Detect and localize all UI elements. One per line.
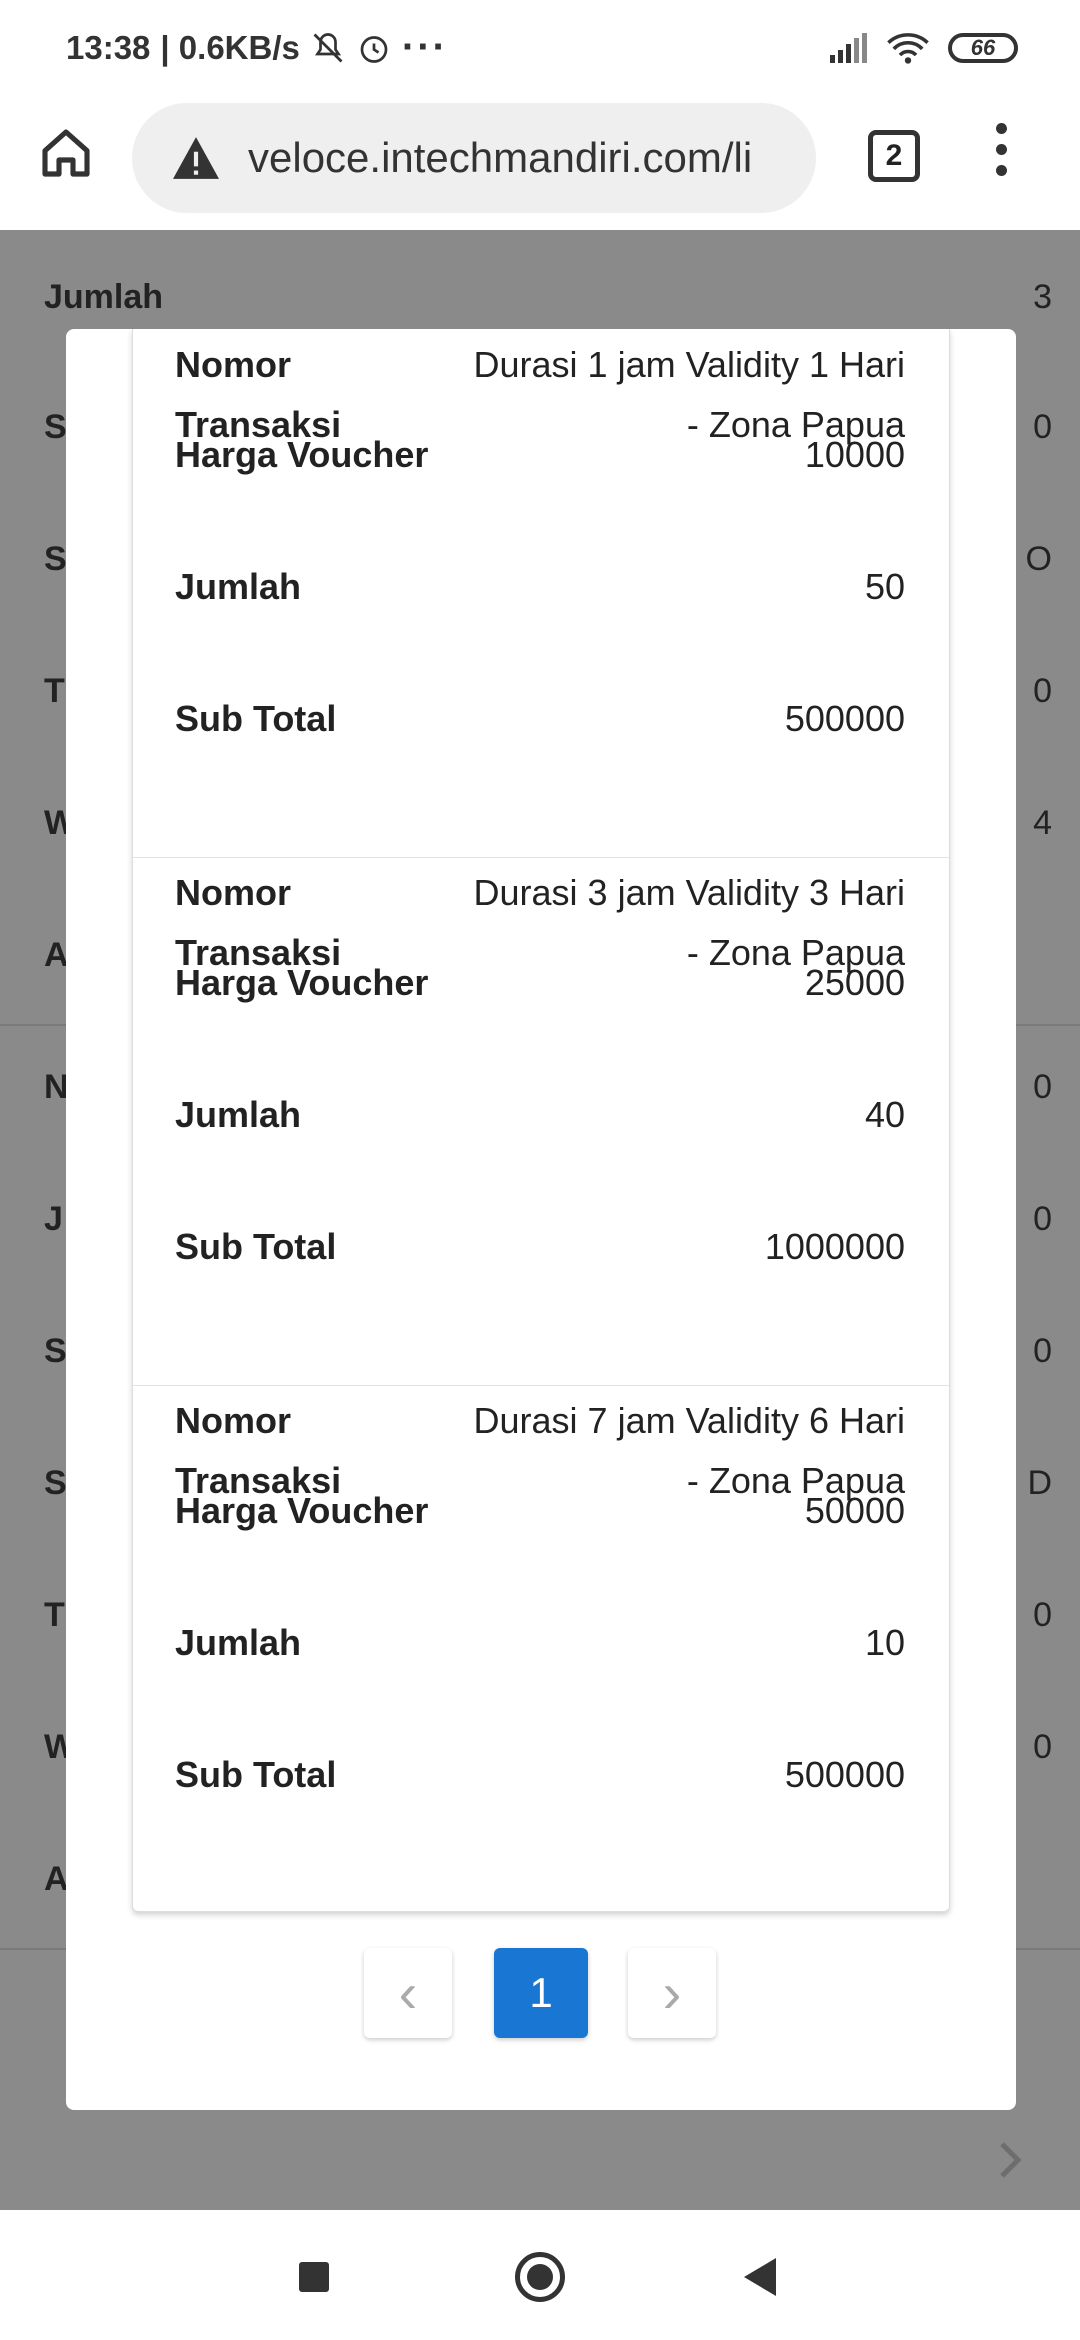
quantity-label: Jumlah [175, 1094, 302, 1135]
pagination: ‹ 1 › [66, 1948, 1016, 2038]
tab-switcher-button[interactable]: 2 [868, 130, 920, 182]
bell-off-icon [313, 32, 343, 62]
recents-icon[interactable] [299, 2262, 329, 2292]
background-value: 0 [1033, 672, 1052, 710]
page-number: 1 [529, 1969, 553, 2016]
subtotal-label: Sub Total [175, 698, 337, 739]
voucher-price-label: Harga Voucher [175, 434, 429, 475]
back-icon[interactable] [744, 2258, 776, 2296]
wifi-icon [887, 32, 929, 64]
background-label: A [44, 936, 69, 974]
detail-modal: Nomor Transaksi Durasi 1 jam Validity 1 H… [66, 329, 1016, 2110]
more-dots-icon: ··· [401, 25, 448, 69]
home-nav-icon[interactable] [515, 2252, 565, 2302]
tab-count: 2 [885, 139, 903, 172]
subtotal-value: 500000 [784, 698, 905, 739]
background-label: T [44, 1596, 65, 1634]
transaction-entry: Nomor Transaksi Durasi 7 jam Validity 6 H… [133, 1385, 949, 1912]
background-label: A [44, 1860, 69, 1898]
background-value: 0 [1033, 1596, 1052, 1634]
background-value: O [1025, 540, 1052, 578]
chevron-right-icon: › [662, 1961, 682, 2024]
url-text[interactable]: veloce.intechmandiri.com/li [248, 134, 752, 182]
background-row: Jumlah 3 [44, 278, 1052, 317]
quantity-label: Jumlah [175, 1622, 302, 1663]
transaction-card: Nomor Transaksi Durasi 1 jam Validity 1 H… [132, 329, 950, 1912]
battery-icon: 66 [948, 32, 1018, 63]
background-value: 0 [1033, 1068, 1052, 1106]
background-value: D [1027, 1464, 1052, 1502]
background-label: N [44, 1068, 69, 1106]
background-value: 0 [1033, 1332, 1052, 1370]
alarm-icon [360, 35, 388, 63]
signal-icon [830, 32, 867, 63]
voucher-price-value: 25000 [804, 962, 905, 1003]
background-label: S [44, 1464, 67, 1502]
transaction-entry: Nomor Transaksi Durasi 1 jam Validity 1 H… [133, 329, 949, 858]
quantity-label: Jumlah [175, 566, 302, 607]
quantity-value: 40 [864, 1094, 905, 1135]
browser-toolbar: veloce.intechmandiri.com/li 2 [0, 95, 1080, 230]
voucher-price-label: Harga Voucher [175, 1490, 429, 1531]
transaction-entry: Nomor Transaksi Durasi 3 jam Validity 3 H… [133, 857, 949, 1386]
background-value: 0 [1033, 1200, 1052, 1238]
background-value: 0 [1033, 1728, 1052, 1766]
battery-level: 66 [970, 34, 996, 60]
quantity-value: 10 [864, 1622, 905, 1663]
chevron-left-icon: ‹ [398, 1961, 418, 2024]
next-page-button[interactable]: › [628, 1948, 716, 2038]
voucher-price-value: 10000 [804, 434, 905, 475]
quantity-value: 50 [864, 566, 905, 607]
overflow-menu-icon[interactable] [996, 123, 1010, 186]
chevron-right-icon[interactable] [998, 2140, 1024, 2180]
background-value: 0 [1033, 408, 1052, 446]
background-label: J [44, 1200, 63, 1238]
background-value: 3 [1033, 278, 1052, 316]
status-time: 13:38 [66, 28, 151, 66]
home-icon[interactable] [38, 125, 94, 181]
status-speed: | 0.6KB/s [160, 28, 300, 66]
voucher-price-label: Harga Voucher [175, 962, 429, 1003]
background-label: S [44, 540, 67, 578]
background-label: Jumlah [44, 278, 164, 316]
url-bar[interactable]: veloce.intechmandiri.com/li [132, 103, 816, 213]
page-1-button[interactable]: 1 [494, 1948, 588, 2038]
subtotal-label: Sub Total [175, 1754, 337, 1795]
status-bar: 13:38 | 0.6KB/s ··· 66 [0, 0, 1080, 95]
background-value: 4 [1033, 804, 1052, 842]
subtotal-label: Sub Total [175, 1226, 337, 1267]
background-label: T [44, 672, 65, 710]
prev-page-button[interactable]: ‹ [364, 1948, 452, 2038]
subtotal-value: 500000 [784, 1754, 905, 1795]
voucher-price-value: 50000 [804, 1490, 905, 1531]
background-label: S [44, 408, 67, 446]
warning-icon[interactable] [170, 135, 222, 181]
background-label: S [44, 1332, 67, 1370]
subtotal-value: 1000000 [764, 1226, 905, 1267]
